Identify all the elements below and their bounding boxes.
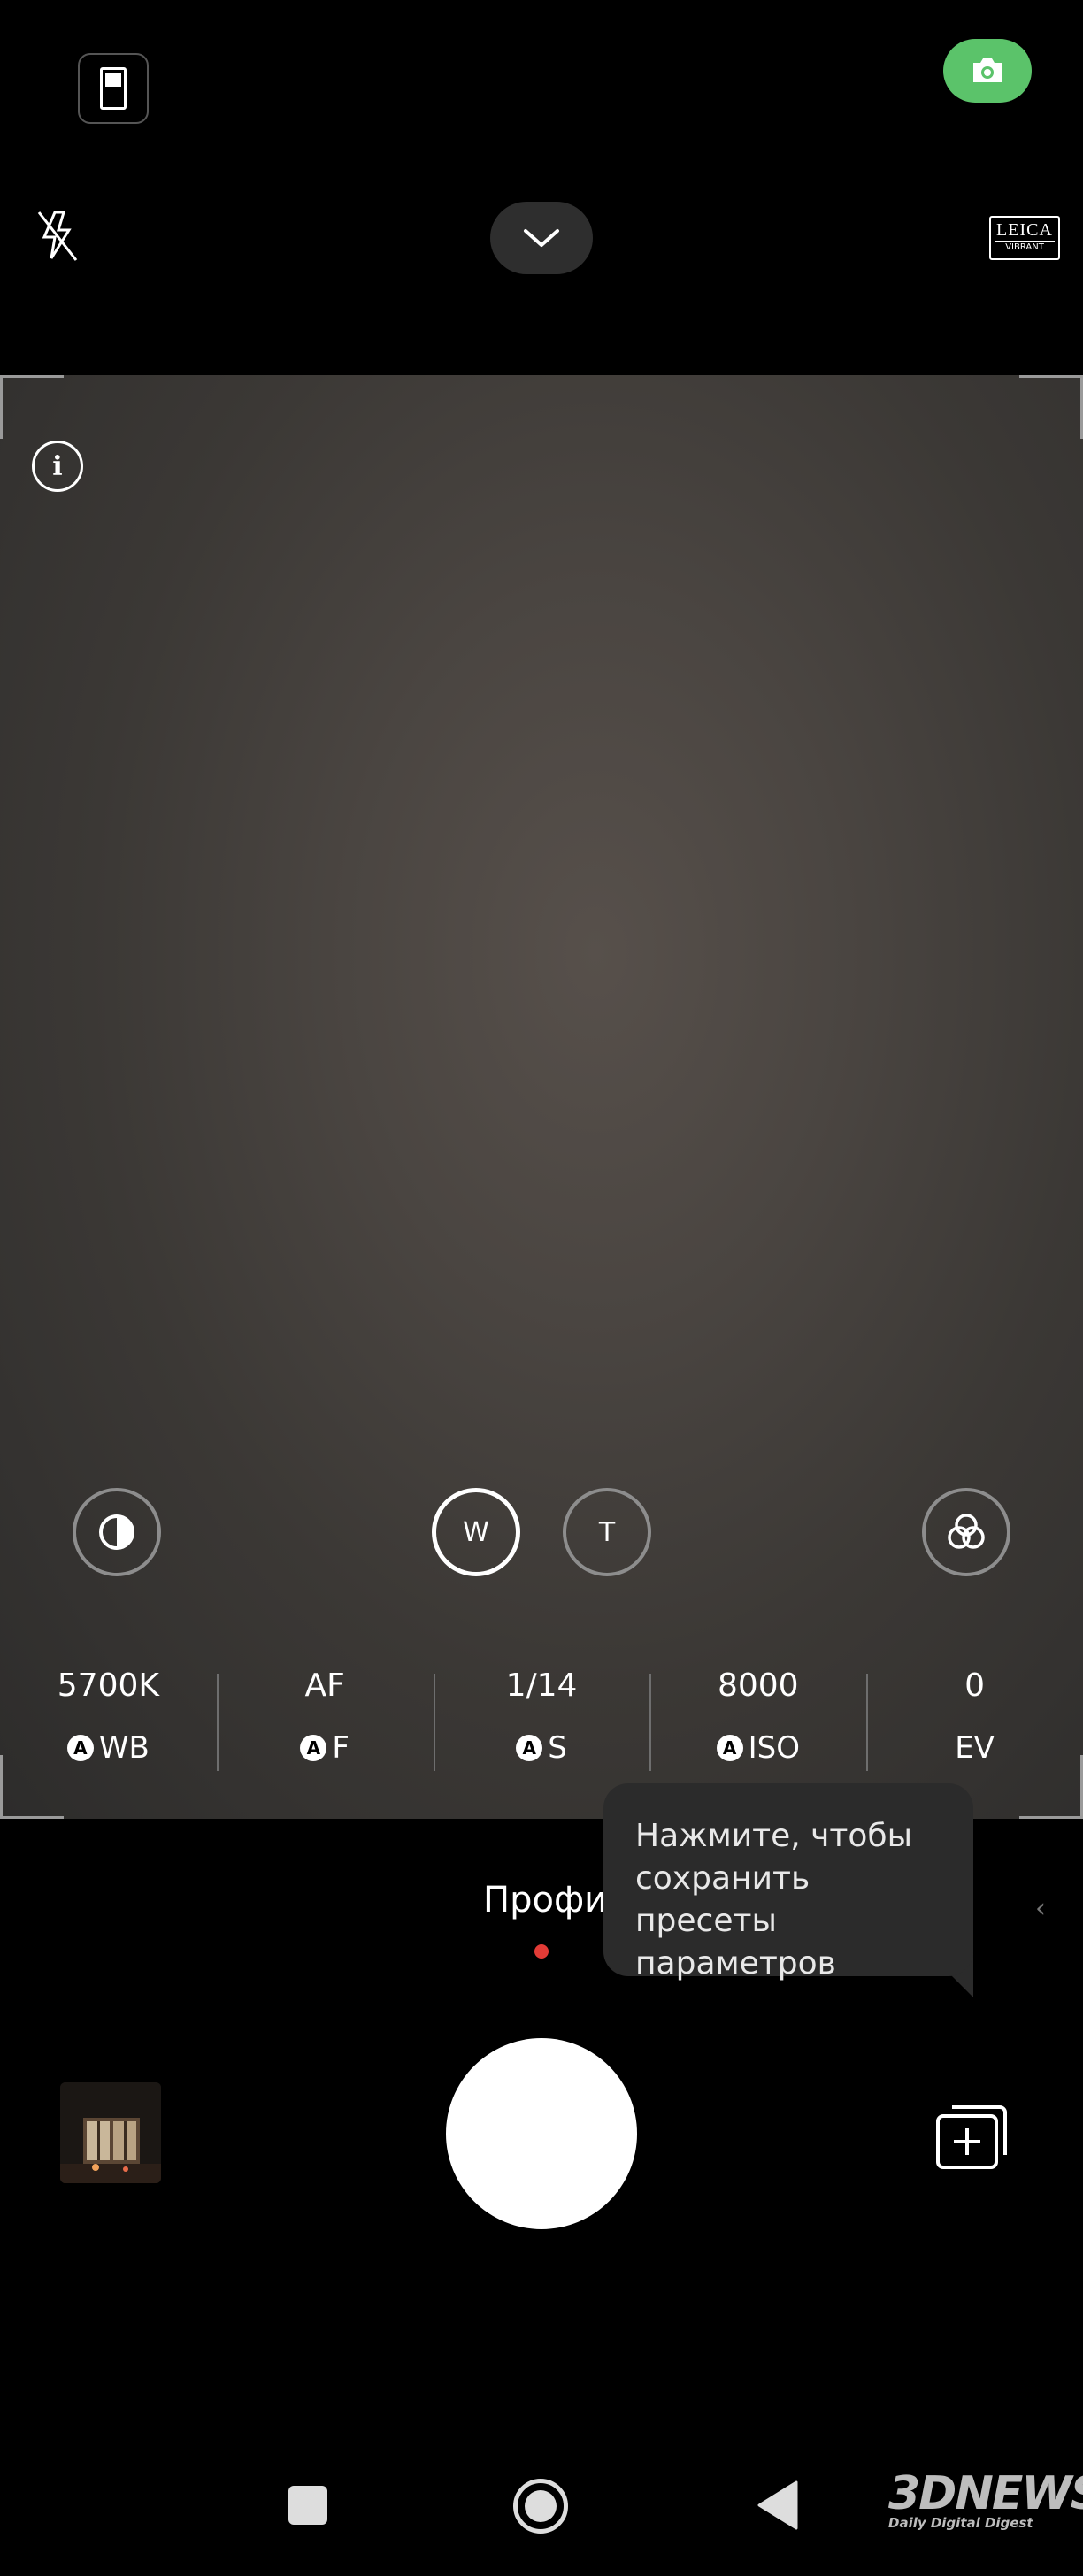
param-shutter[interactable]: 1/14 A S [433,1654,650,1787]
aspect-ratio-icon [100,67,127,110]
presets-tooltip[interactable]: Нажмите, чтобы сохранить пресеты парамет… [603,1783,973,1982]
watermark-subtitle: Daily Digital Digest [888,2515,1033,2531]
flash-button[interactable] [32,203,85,267]
param-label-row: A WB [0,1730,217,1766]
wide-lens-button[interactable]: W [432,1488,520,1576]
param-name: WB [98,1730,150,1766]
auto-icon: A [66,1735,94,1761]
param-label-row: EV [866,1730,1083,1766]
camera-switch-button[interactable] [943,39,1032,103]
watermark-logo: 3DNEWS Daily Digital Digest [888,2467,1083,2535]
param-name: S [548,1730,567,1766]
gallery-thumbnail[interactable] [60,2082,161,2183]
auto-icon: A [516,1735,543,1761]
contrast-icon [99,1514,134,1550]
param-name: EV [955,1730,995,1766]
param-value: 0 [964,1668,986,1704]
scroll-hint-icon: ‹ [1035,1893,1046,1924]
more-settings-button[interactable] [490,202,593,274]
add-preset-button[interactable] [934,2098,1014,2171]
aspect-ratio-button[interactable] [78,53,149,124]
param-value: 8000 [717,1668,799,1704]
mode-pro-label[interactable]: Профи [483,1875,607,1925]
info-button[interactable]: i [32,441,83,492]
shutter-button[interactable] [446,2038,637,2229]
home-button[interactable] [513,2479,568,2534]
leica-label: LEICA [996,220,1053,240]
param-label-row: A S [434,1730,650,1766]
param-name: F [332,1730,349,1766]
mode-indicator-dot [534,1944,549,1959]
leica-style-button[interactable]: LEICA VIBRANT [989,216,1060,260]
frame-corner-tl [0,375,64,439]
param-iso[interactable]: 8000 A ISO [649,1654,866,1787]
param-value: 1/14 [505,1668,578,1704]
add-preset-icon [936,2105,1007,2169]
back-button[interactable] [754,2479,800,2535]
chevron-down-icon [524,229,559,247]
param-label-row: A ISO [649,1730,866,1766]
param-name: ISO [748,1730,800,1766]
viewfinder[interactable] [0,375,1083,1819]
auto-icon: A [716,1735,743,1761]
contrast-button[interactable] [73,1488,161,1576]
back-triangle-icon [757,2480,798,2530]
pro-parameters-bar: 5700K A WB AF A F 1/14 A S 8000 A ISO 0 … [0,1654,1083,1787]
wide-lens-label: W [463,1516,489,1548]
param-wb[interactable]: 5700K A WB [0,1654,217,1787]
param-focus[interactable]: AF A F [216,1654,434,1787]
filters-button[interactable] [922,1488,1010,1576]
param-value: AF [304,1668,345,1704]
flash-off-icon [37,211,78,261]
auto-icon: A [300,1735,327,1761]
watermark-title: 3DNEWS [888,2467,1083,2520]
camera-icon [973,58,1002,82]
param-ev[interactable]: 0 EV [866,1654,1083,1787]
tele-lens-label: T [598,1516,616,1548]
recents-button[interactable] [288,2486,327,2525]
photo-preview [60,2082,161,2183]
tele-lens-button[interactable]: T [563,1488,651,1576]
frame-corner-tr [1019,375,1083,439]
info-icon: i [52,450,63,482]
param-label-row: A F [217,1730,434,1766]
param-value: 5700K [57,1668,160,1704]
filters-icon [948,1514,985,1549]
circle-icon [525,2490,557,2522]
leica-style-label: VIBRANT [995,241,1055,254]
